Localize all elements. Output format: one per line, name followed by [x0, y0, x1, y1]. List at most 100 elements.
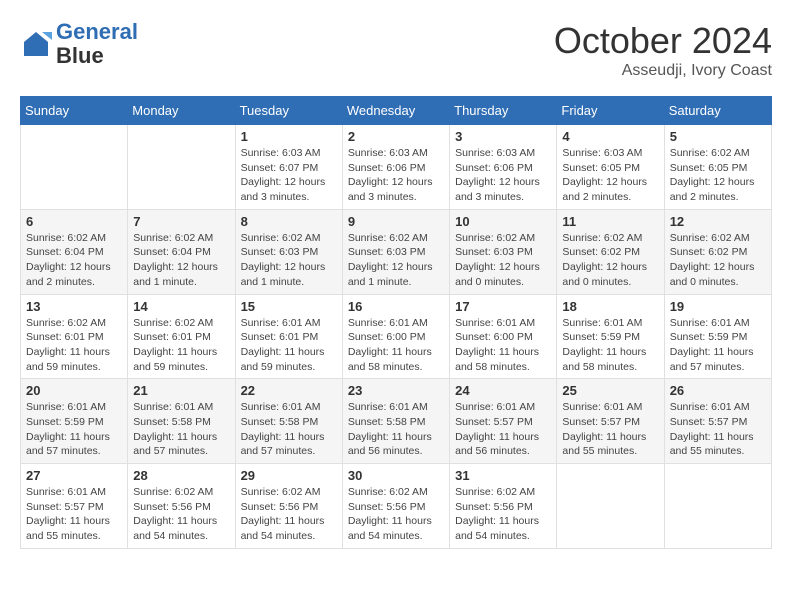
- day-number: 5: [670, 129, 766, 144]
- day-number: 24: [455, 383, 551, 398]
- day-info: Sunrise: 6:01 AMSunset: 5:59 PMDaylight:…: [670, 316, 766, 375]
- day-info: Sunrise: 6:03 AMSunset: 6:06 PMDaylight:…: [455, 146, 551, 205]
- day-info: Sunrise: 6:01 AMSunset: 6:00 PMDaylight:…: [455, 316, 551, 375]
- day-number: 12: [670, 214, 766, 229]
- day-number: 9: [348, 214, 444, 229]
- day-number: 16: [348, 299, 444, 314]
- day-info: Sunrise: 6:03 AMSunset: 6:05 PMDaylight:…: [562, 146, 658, 205]
- header-wednesday: Wednesday: [342, 97, 449, 125]
- day-cell: 24 Sunrise: 6:01 AMSunset: 5:57 PMDayligh…: [450, 379, 557, 464]
- day-cell: 28 Sunrise: 6:02 AMSunset: 5:56 PMDayligh…: [128, 464, 235, 549]
- day-cell: 22Sunrise: 6:01 AMSunset: 5:58 PMDayligh…: [235, 379, 342, 464]
- day-number: 22: [241, 383, 337, 398]
- day-number: 19: [670, 299, 766, 314]
- day-cell: 30Sunrise: 6:02 AMSunset: 5:56 PMDayligh…: [342, 464, 449, 549]
- day-number: 26: [670, 383, 766, 398]
- day-cell: 23 Sunrise: 6:01 AMSunset: 5:58 PMDayligh…: [342, 379, 449, 464]
- calendar-table: SundayMondayTuesdayWednesdayThursdayFrid…: [20, 96, 772, 549]
- day-info: Sunrise: 6:02 AMSunset: 6:04 PMDaylight:…: [26, 231, 122, 290]
- day-number: 28: [133, 468, 229, 483]
- day-number: 11: [562, 214, 658, 229]
- day-number: 20: [26, 383, 122, 398]
- day-info: Sunrise: 6:02 AMSunset: 6:03 PMDaylight:…: [241, 231, 337, 290]
- week-row-0: 1 Sunrise: 6:03 AMSunset: 6:07 PMDaylight…: [21, 125, 772, 210]
- day-cell: 4 Sunrise: 6:03 AMSunset: 6:05 PMDaylight…: [557, 125, 664, 210]
- day-info: Sunrise: 6:01 AMSunset: 6:01 PMDaylight:…: [241, 316, 337, 375]
- header-friday: Friday: [557, 97, 664, 125]
- page-header: General Blue October 2024 Asseudji, Ivor…: [20, 20, 772, 80]
- day-number: 25: [562, 383, 658, 398]
- day-info: Sunrise: 6:01 AMSunset: 5:57 PMDaylight:…: [562, 400, 658, 459]
- day-number: 17: [455, 299, 551, 314]
- week-row-3: 20 Sunrise: 6:01 AMSunset: 5:59 PMDayligh…: [21, 379, 772, 464]
- day-number: 18: [562, 299, 658, 314]
- day-cell: [21, 125, 128, 210]
- day-cell: 9 Sunrise: 6:02 AMSunset: 6:03 PMDaylight…: [342, 209, 449, 294]
- header-thursday: Thursday: [450, 97, 557, 125]
- day-number: 7: [133, 214, 229, 229]
- day-cell: 20 Sunrise: 6:01 AMSunset: 5:59 PMDayligh…: [21, 379, 128, 464]
- day-number: 1: [241, 129, 337, 144]
- day-cell: [557, 464, 664, 549]
- day-number: 30: [348, 468, 444, 483]
- day-cell: 6Sunrise: 6:02 AMSunset: 6:04 PMDaylight…: [21, 209, 128, 294]
- calendar-body: 1 Sunrise: 6:03 AMSunset: 6:07 PMDaylight…: [21, 125, 772, 549]
- day-cell: 15 Sunrise: 6:01 AMSunset: 6:01 PMDayligh…: [235, 294, 342, 379]
- day-info: Sunrise: 6:01 AMSunset: 5:58 PMDaylight:…: [133, 400, 229, 459]
- day-cell: 12 Sunrise: 6:02 AMSunset: 6:02 PMDayligh…: [664, 209, 771, 294]
- day-info: Sunrise: 6:01 AMSunset: 5:57 PMDaylight:…: [455, 400, 551, 459]
- day-info: Sunrise: 6:01 AMSunset: 5:58 PMDaylight:…: [348, 400, 444, 459]
- day-cell: 10Sunrise: 6:02 AMSunset: 6:03 PMDayligh…: [450, 209, 557, 294]
- day-info: Sunrise: 6:02 AMSunset: 6:02 PMDaylight:…: [562, 231, 658, 290]
- day-cell: 14Sunrise: 6:02 AMSunset: 6:01 PMDayligh…: [128, 294, 235, 379]
- day-cell: 8 Sunrise: 6:02 AMSunset: 6:03 PMDaylight…: [235, 209, 342, 294]
- logo-text: General Blue: [56, 20, 138, 68]
- day-info: Sunrise: 6:01 AMSunset: 5:57 PMDaylight:…: [26, 485, 122, 544]
- day-cell: 27 Sunrise: 6:01 AMSunset: 5:57 PMDayligh…: [21, 464, 128, 549]
- day-number: 8: [241, 214, 337, 229]
- day-info: Sunrise: 6:01 AMSunset: 5:59 PMDaylight:…: [26, 400, 122, 459]
- header-monday: Monday: [128, 97, 235, 125]
- day-number: 3: [455, 129, 551, 144]
- day-cell: 16Sunrise: 6:01 AMSunset: 6:00 PMDayligh…: [342, 294, 449, 379]
- day-cell: 25 Sunrise: 6:01 AMSunset: 5:57 PMDayligh…: [557, 379, 664, 464]
- day-info: Sunrise: 6:02 AMSunset: 5:56 PMDaylight:…: [455, 485, 551, 544]
- day-number: 23: [348, 383, 444, 398]
- day-info: Sunrise: 6:01 AMSunset: 5:57 PMDaylight:…: [670, 400, 766, 459]
- day-number: 15: [241, 299, 337, 314]
- day-number: 4: [562, 129, 658, 144]
- day-cell: [664, 464, 771, 549]
- day-number: 29: [241, 468, 337, 483]
- calendar-header: SundayMondayTuesdayWednesdayThursdayFrid…: [21, 97, 772, 125]
- day-number: 13: [26, 299, 122, 314]
- day-number: 27: [26, 468, 122, 483]
- day-info: Sunrise: 6:02 AMSunset: 6:05 PMDaylight:…: [670, 146, 766, 205]
- day-cell: 18Sunrise: 6:01 AMSunset: 5:59 PMDayligh…: [557, 294, 664, 379]
- day-cell: 17 Sunrise: 6:01 AMSunset: 6:00 PMDayligh…: [450, 294, 557, 379]
- day-cell: 7 Sunrise: 6:02 AMSunset: 6:04 PMDaylight…: [128, 209, 235, 294]
- day-cell: 19 Sunrise: 6:01 AMSunset: 5:59 PMDayligh…: [664, 294, 771, 379]
- logo: General Blue: [20, 20, 138, 68]
- day-info: Sunrise: 6:02 AMSunset: 6:03 PMDaylight:…: [348, 231, 444, 290]
- day-cell: 26 Sunrise: 6:01 AMSunset: 5:57 PMDayligh…: [664, 379, 771, 464]
- day-cell: 13Sunrise: 6:02 AMSunset: 6:01 PMDayligh…: [21, 294, 128, 379]
- day-cell: 11 Sunrise: 6:02 AMSunset: 6:02 PMDayligh…: [557, 209, 664, 294]
- location: Asseudji, Ivory Coast: [554, 62, 772, 80]
- day-info: Sunrise: 6:02 AMSunset: 5:56 PMDaylight:…: [133, 485, 229, 544]
- title-block: October 2024 Asseudji, Ivory Coast: [554, 20, 772, 80]
- day-cell: 5 Sunrise: 6:02 AMSunset: 6:05 PMDaylight…: [664, 125, 771, 210]
- day-cell: 2Sunrise: 6:03 AMSunset: 6:06 PMDaylight…: [342, 125, 449, 210]
- day-cell: [128, 125, 235, 210]
- day-number: 31: [455, 468, 551, 483]
- day-info: Sunrise: 6:02 AMSunset: 5:56 PMDaylight:…: [241, 485, 337, 544]
- day-info: Sunrise: 6:02 AMSunset: 6:02 PMDaylight:…: [670, 231, 766, 290]
- header-saturday: Saturday: [664, 97, 771, 125]
- header-sunday: Sunday: [21, 97, 128, 125]
- day-info: Sunrise: 6:03 AMSunset: 6:07 PMDaylight:…: [241, 146, 337, 205]
- day-cell: 31 Sunrise: 6:02 AMSunset: 5:56 PMDayligh…: [450, 464, 557, 549]
- week-row-4: 27 Sunrise: 6:01 AMSunset: 5:57 PMDayligh…: [21, 464, 772, 549]
- day-info: Sunrise: 6:02 AMSunset: 6:01 PMDaylight:…: [133, 316, 229, 375]
- day-number: 21: [133, 383, 229, 398]
- day-info: Sunrise: 6:02 AMSunset: 6:04 PMDaylight:…: [133, 231, 229, 290]
- day-number: 10: [455, 214, 551, 229]
